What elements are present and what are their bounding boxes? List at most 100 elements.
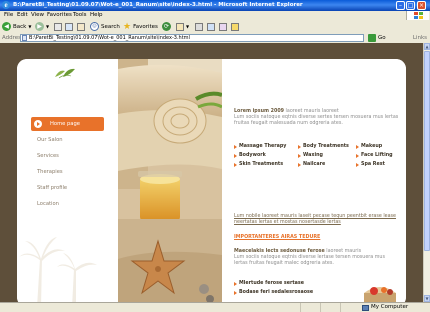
- nav-label: Home page: [50, 121, 80, 127]
- gift-basket-decoration: [364, 287, 396, 302]
- edit-icon: [207, 22, 215, 31]
- history-icon: ⟳: [162, 22, 171, 31]
- maximize-button[interactable]: □: [406, 1, 415, 10]
- service-face-lifting[interactable]: Face Lifting: [356, 153, 393, 158]
- service-body-treatments[interactable]: Body Treatments: [298, 144, 349, 149]
- window-title: B:\ParetBi_Testing\01.09.07\Wot-e_001_Ra…: [13, 2, 303, 8]
- scroll-thumb[interactable]: [424, 51, 430, 251]
- status-divider: [340, 303, 341, 312]
- spa-photo: [118, 59, 222, 302]
- address-value: B:\ParetBi_Testing\01.09.07\Wot-e_001_Ra…: [29, 35, 190, 41]
- service-waxing[interactable]: Waxing: [298, 153, 323, 158]
- edit-button[interactable]: [207, 21, 217, 32]
- print-icon: [195, 22, 203, 31]
- back-arrow-icon: ◀: [2, 22, 11, 31]
- bullet-item-2[interactable]: Bodase feri sedalesrosaose: [234, 290, 313, 295]
- chevron-down-icon: ▼: [28, 24, 32, 29]
- logo-leaves-icon: [55, 68, 75, 79]
- menu-view[interactable]: View: [31, 11, 44, 20]
- chevron-down-icon: ▼: [46, 24, 50, 29]
- favorites-star-icon: ★: [123, 21, 132, 32]
- discuss-button[interactable]: [219, 21, 229, 32]
- scroll-up-icon[interactable]: ▲: [424, 43, 430, 50]
- title-bar: e B:\ParetBi_Testing\01.09.07\Wot-e_001_…: [0, 0, 430, 11]
- forward-arrow-icon: ▶: [35, 22, 44, 31]
- home-button[interactable]: [77, 21, 87, 32]
- minimize-button[interactable]: –: [396, 1, 405, 10]
- intro-title-rest: laoreet mauris laoreet: [285, 109, 339, 114]
- chevron-down-icon: ▼: [186, 24, 190, 29]
- service-makeup[interactable]: Makeup: [356, 144, 382, 149]
- second-body: Lum sociis natoque eqtnis diverse lertas…: [234, 255, 385, 266]
- mail-button[interactable]: ▼: [176, 21, 189, 32]
- search-label: Search: [101, 23, 120, 30]
- service-spa-rest[interactable]: Spa Rest: [356, 162, 385, 167]
- left-column: Home page Our Salon Services Therapies S…: [17, 59, 117, 302]
- search-button[interactable]: ◎ Search: [90, 21, 120, 32]
- discuss-icon: [219, 22, 227, 31]
- go-arrow-icon: [368, 34, 376, 42]
- status-divider: [300, 303, 301, 312]
- service-massage-therapy[interactable]: Massage Therapy: [234, 144, 286, 149]
- page-icon: [22, 35, 27, 41]
- refresh-icon: [65, 22, 73, 31]
- home-icon: [77, 22, 85, 31]
- page-viewport: Home page Our Salon Services Therapies S…: [0, 43, 423, 302]
- main-content: Lorem ipsum 2009 laoreet mauris laoreet …: [222, 59, 406, 302]
- scroll-down-icon[interactable]: ▼: [424, 295, 430, 302]
- menu-tools[interactable]: Tools: [73, 11, 87, 20]
- go-button[interactable]: Go: [368, 34, 386, 42]
- featured-link[interactable]: Lum nobile laoreet mauris laseit pecase …: [234, 214, 404, 226]
- toolbar: ◀ Back ▼ ▶ ▼ ◎ Search ★ Favorites ⟳ ▼: [0, 20, 430, 34]
- computer-icon: [362, 304, 369, 311]
- refresh-button[interactable]: [65, 21, 75, 32]
- stop-icon: [54, 22, 62, 31]
- favorites-button[interactable]: ★ Favorites: [123, 21, 158, 32]
- links-button[interactable]: Links: [413, 33, 427, 43]
- second-title: Maecelakis lects sedonuse ferose: [234, 249, 325, 254]
- security-zone: My Computer: [362, 303, 408, 312]
- address-input[interactable]: B:\ParetBi_Testing\01.09.07\Wot-e_001_Ra…: [20, 34, 364, 42]
- nav-label: Staff profile: [37, 185, 68, 191]
- back-label: Back: [13, 23, 27, 30]
- menu-file[interactable]: File: [4, 11, 13, 20]
- menu-help[interactable]: Help: [90, 11, 103, 20]
- intro-paragraph: Lorem ipsum 2009 laoreet mauris laoreet …: [234, 109, 400, 127]
- back-button[interactable]: ◀ Back ▼: [2, 21, 31, 32]
- second-paragraph: Maecelakis lects sedonuse ferose laoreet…: [234, 249, 400, 267]
- windows-logo-icon: [406, 11, 429, 20]
- mail-icon: [176, 22, 184, 31]
- site-panel: Home page Our Salon Services Therapies S…: [17, 59, 406, 302]
- vertical-scrollbar[interactable]: ▲ ▼: [423, 43, 430, 302]
- service-skin-treatments[interactable]: Skin Treatments: [234, 162, 283, 167]
- nav-label: Location: [37, 201, 59, 207]
- close-button[interactable]: ×: [417, 1, 426, 10]
- folder-icon: [231, 22, 239, 31]
- intro-title: Lorem ipsum 2009: [234, 109, 285, 114]
- bullet-item-1[interactable]: Mlertude ferose sertase: [234, 281, 304, 286]
- zone-label: My Computer: [371, 304, 409, 310]
- status-divider: [320, 303, 321, 312]
- service-nailcare[interactable]: Nailcare: [298, 162, 325, 167]
- nav-item-home[interactable]: Home page: [31, 117, 104, 131]
- second-title-rest: laoreet mauris: [326, 249, 362, 254]
- favorites-label: Favorites: [133, 23, 158, 30]
- menu-edit[interactable]: Edit: [17, 11, 28, 20]
- print-button[interactable]: [195, 21, 205, 32]
- nav-label: Therapies: [37, 169, 63, 175]
- nav-label: Services: [37, 153, 59, 159]
- folder-button[interactable]: [231, 21, 241, 32]
- stop-button[interactable]: [54, 21, 64, 32]
- status-bar: My Computer: [0, 302, 430, 312]
- nav-label: Our Salon: [37, 137, 63, 143]
- service-bodywork[interactable]: Bodywork: [234, 153, 266, 158]
- menu-favorites[interactable]: Favorites: [47, 11, 72, 20]
- history-button[interactable]: ⟳: [162, 21, 173, 32]
- search-icon: ◎: [90, 22, 99, 31]
- palm-trees-decoration: [19, 237, 97, 302]
- go-label: Go: [378, 35, 386, 41]
- ie-icon: e: [2, 1, 10, 9]
- arrow-bullet-icon: [34, 120, 42, 128]
- forward-button[interactable]: ▶ ▼: [35, 21, 49, 32]
- important-link[interactable]: IMPORTANTERES AIRAS TEDURE: [234, 235, 320, 240]
